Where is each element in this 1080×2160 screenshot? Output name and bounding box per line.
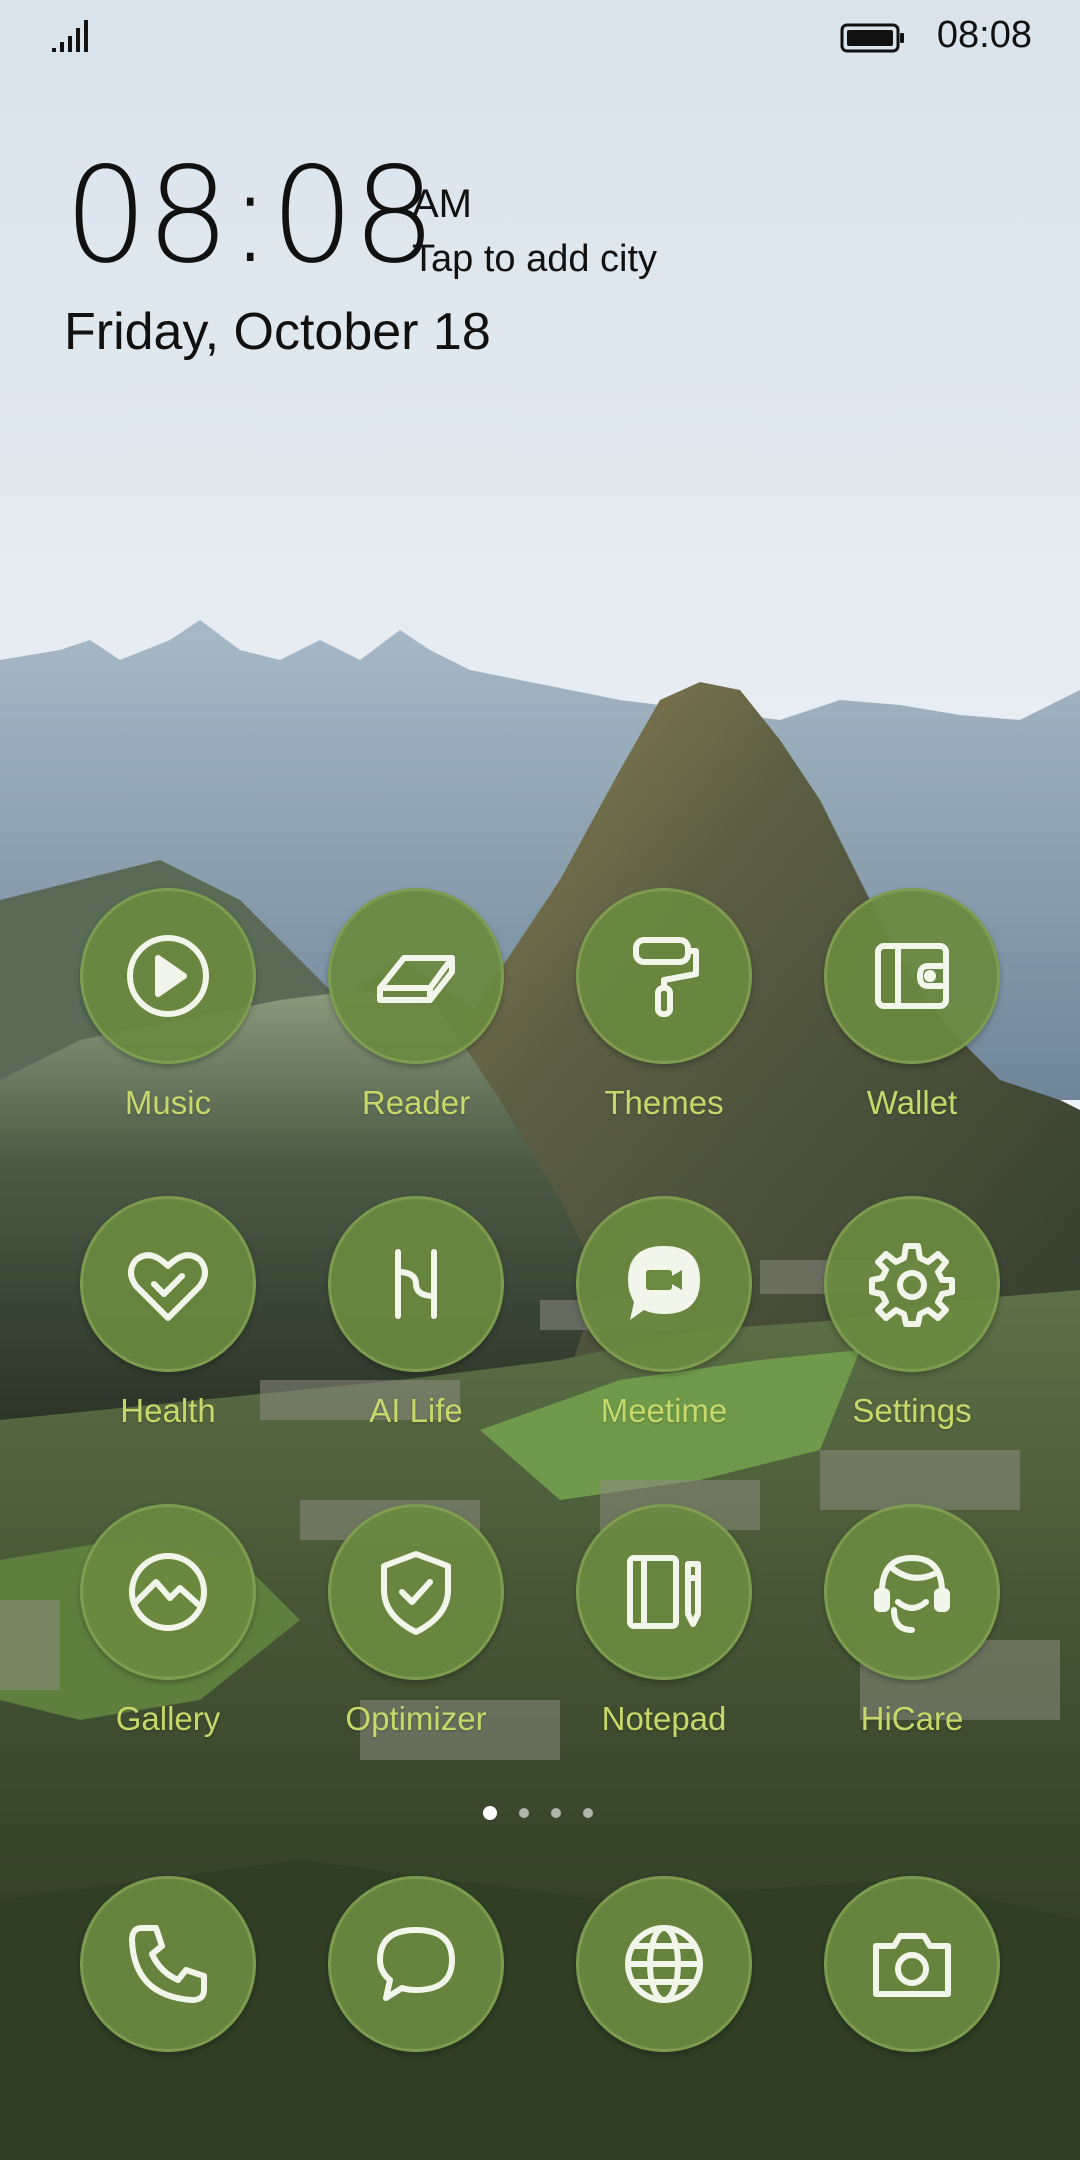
battery-icon	[840, 23, 904, 53]
app-label: Themes	[604, 1084, 724, 1121]
app-label: Music	[124, 1084, 212, 1121]
app-ai-life[interactable]: AI Life	[326, 1196, 506, 1430]
notepad-icon	[627, 1555, 701, 1629]
phone-icon	[129, 1925, 207, 2003]
app-optimizer[interactable]: Optimizer	[326, 1504, 506, 1738]
weather-add-city[interactable]: Tap to add city	[412, 238, 657, 281]
app-themes[interactable]: Themes	[574, 888, 754, 1122]
book-icon	[377, 955, 455, 1003]
page-dot	[583, 1808, 593, 1818]
signal-icon	[52, 20, 88, 52]
ai-life-icon	[395, 1249, 437, 1319]
app-notepad[interactable]: Notepad	[574, 1504, 754, 1738]
app-label: HiCare	[860, 1700, 964, 1737]
gear-icon	[869, 1243, 955, 1327]
dock-messages[interactable]	[326, 1876, 506, 2052]
browser-icon	[625, 1925, 703, 2003]
app-gallery[interactable]: Gallery	[78, 1504, 258, 1738]
app-label: AI Life	[369, 1392, 463, 1429]
app-label: Meetime	[600, 1392, 728, 1429]
heart-check-icon	[128, 1252, 208, 1321]
app-wallet[interactable]: Wallet	[822, 888, 1002, 1122]
app-label: Notepad	[601, 1700, 727, 1737]
video-chat-icon	[628, 1246, 700, 1320]
status-bar: 08:08	[0, 0, 1080, 80]
app-label: Reader	[361, 1084, 471, 1121]
page-indicator[interactable]	[483, 1804, 603, 1824]
app-hicare[interactable]: HiCare	[822, 1504, 1002, 1738]
paint-roller-icon	[633, 937, 699, 1017]
page-dot	[551, 1808, 561, 1818]
app-label: Settings	[852, 1392, 972, 1429]
app-label: Wallet	[866, 1084, 958, 1121]
camera-icon	[873, 1933, 951, 1997]
app-settings[interactable]: Settings	[822, 1196, 1002, 1430]
dock-browser[interactable]	[574, 1876, 754, 2052]
wallet-icon	[875, 943, 949, 1009]
page-dot-active	[483, 1806, 497, 1820]
headset-icon	[874, 1554, 950, 1633]
play-icon	[127, 935, 209, 1017]
app-label: Optimizer	[345, 1700, 487, 1737]
page-dot	[519, 1808, 529, 1818]
app-label: Gallery	[115, 1700, 221, 1737]
dock-camera[interactable]	[822, 1876, 1002, 2052]
message-icon	[377, 1927, 455, 2001]
app-reader[interactable]: Reader	[326, 888, 506, 1122]
dock-phone[interactable]	[78, 1876, 258, 2052]
shield-check-icon	[381, 1551, 451, 1635]
app-meetime[interactable]: Meetime	[574, 1196, 754, 1430]
clock-date[interactable]: Friday, October 18	[64, 302, 491, 362]
status-time: 08:08	[936, 14, 1032, 56]
app-label: Health	[120, 1392, 216, 1429]
clock-time[interactable]: 08:08	[64, 150, 436, 282]
app-music[interactable]: Music	[78, 888, 258, 1122]
app-health[interactable]: Health	[78, 1196, 258, 1430]
clock-ampm: AM	[412, 182, 472, 226]
gallery-icon	[129, 1553, 207, 1631]
